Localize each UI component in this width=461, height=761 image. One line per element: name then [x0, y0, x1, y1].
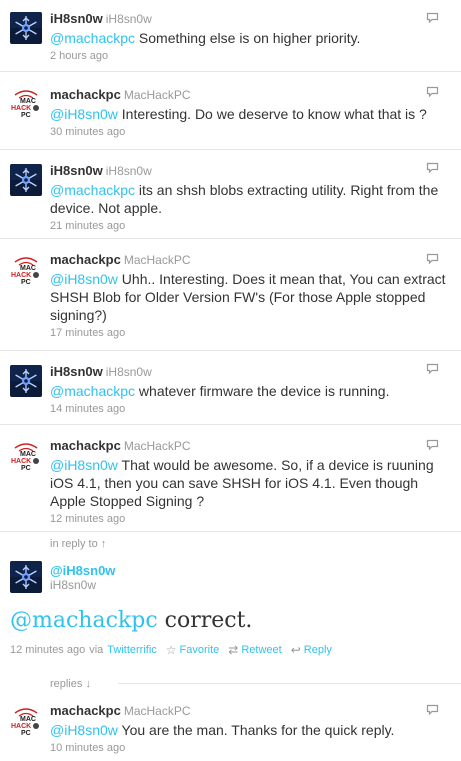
reply-icon[interactable] [426, 12, 439, 23]
screen-name[interactable]: machackpc [50, 252, 121, 267]
screen-name[interactable]: iH8sn0w [50, 364, 103, 379]
mention-link[interactable]: @machackpc [50, 383, 135, 399]
reply-icon[interactable] [426, 439, 439, 450]
timestamp[interactable]: 30 minutes ago [50, 126, 447, 139]
favorite-label: Favorite [179, 644, 220, 656]
screen-name[interactable]: machackpc [50, 87, 121, 102]
tweet-body: Interesting. Do we deserve to know what … [117, 106, 427, 122]
tweet-text: @iH8sn0w Uhh.. Interesting. Does it mean… [50, 270, 447, 324]
tweet-text: @iH8sn0w Interesting. Do we deserve to k… [50, 105, 447, 123]
retweet-label: Retweet [241, 644, 282, 656]
avatar[interactable] [10, 12, 42, 44]
screen-name[interactable]: iH8sn0w [50, 163, 103, 178]
timestamp[interactable]: 12 minutes ago [50, 513, 447, 526]
reply-arrow-icon: ↩ [290, 643, 301, 657]
timestamp[interactable]: 10 minutes ago [50, 742, 447, 755]
in-reply-to-link[interactable]: in reply to ↑ [50, 538, 106, 550]
tweet-text: @machackpc whatever firmware the device … [50, 382, 447, 400]
reply-icon[interactable] [426, 162, 439, 173]
tweet-meta: 12 minutes ago via Twitterrific ☆ Favorit… [10, 643, 332, 657]
avatar[interactable] [10, 365, 42, 397]
timestamp[interactable]: 12 minutes ago [10, 644, 85, 656]
tweet-item: iH8sn0w iH8sn0w @machackpc Something else… [0, 0, 461, 72]
tweet-text: @machackpc its an shsh blobs extracting … [50, 181, 447, 217]
full-name: iH8sn0w [50, 578, 97, 592]
reply-label: Reply [303, 644, 332, 656]
reply-icon[interactable] [426, 363, 439, 374]
mention-link[interactable]: @iH8sn0w [50, 106, 118, 122]
avatar[interactable] [10, 706, 42, 738]
full-name: MacHackPC [123, 253, 191, 267]
tweet-item: iH8sn0w iH8sn0w @machackpc its an shsh bl… [0, 150, 461, 239]
tweet-text: @machackpc correct. [10, 608, 252, 633]
tweet-item: iH8sn0w iH8sn0w @machackpc whatever firmw… [0, 351, 461, 425]
tweet-text: @iH8sn0w That would be awesome. So, if a… [50, 456, 447, 510]
full-name: iH8sn0w [105, 164, 152, 178]
tweet-body: Something else is on higher priority. [135, 30, 361, 46]
tweet-body: whatever firmware the device is running. [135, 383, 390, 399]
full-name: MacHackPC [123, 88, 191, 102]
reply-button[interactable]: ↩ Reply [291, 643, 332, 657]
reply-icon[interactable] [426, 704, 439, 715]
favorite-button[interactable]: ☆ Favorite [166, 643, 220, 657]
tweet-text: @machackpc Something else is on higher p… [50, 29, 447, 47]
focused-tweet: @iH8sn0w iH8sn0w @machackpc correct. 12 … [0, 553, 461, 665]
avatar[interactable] [10, 164, 42, 196]
full-name: MacHackPC [123, 439, 191, 453]
timestamp[interactable]: 2 hours ago [50, 50, 447, 63]
reply-icon[interactable] [426, 253, 439, 264]
screen-name[interactable]: @iH8sn0w [50, 563, 115, 578]
source-link[interactable]: Twitterrific [107, 644, 157, 656]
avatar[interactable] [10, 255, 42, 287]
full-name: MacHackPC [123, 704, 191, 718]
divider [118, 683, 461, 684]
reply-icon[interactable] [426, 86, 439, 97]
tweet-item: machackpc MacHackPC @iH8sn0w You are the … [0, 692, 461, 761]
tweet-body: correct. [157, 608, 253, 633]
avatar[interactable] [10, 441, 42, 473]
screen-name[interactable]: iH8sn0w [50, 11, 103, 26]
full-name: iH8sn0w [105, 365, 152, 379]
timestamp[interactable]: 21 minutes ago [50, 220, 447, 233]
tweet-item: machackpc MacHackPC @iH8sn0w That would b… [0, 425, 461, 532]
retweet-button[interactable]: ⇄ Retweet [228, 643, 281, 657]
tweet-text: @iH8sn0w You are the man. Thanks for the… [50, 721, 447, 739]
tweet-item: machackpc MacHackPC @iH8sn0w Uhh.. Intere… [0, 239, 461, 351]
mention-link[interactable]: @machackpc [50, 182, 135, 198]
mention-link[interactable]: @machackpc [10, 608, 158, 633]
screen-name[interactable]: machackpc [50, 703, 121, 718]
full-name: iH8sn0w [105, 12, 152, 26]
via-label: via [89, 644, 104, 656]
tweet-body: You are the man. Thanks for the quick re… [117, 722, 395, 738]
timestamp[interactable]: 17 minutes ago [50, 327, 447, 340]
screen-name[interactable]: machackpc [50, 438, 121, 453]
avatar[interactable] [10, 561, 42, 593]
star-icon: ☆ [165, 643, 177, 657]
replies-link[interactable]: replies ↓ [50, 678, 91, 690]
retweet-icon: ⇄ [228, 643, 239, 657]
mention-link[interactable]: @machackpc [50, 30, 135, 46]
mention-link[interactable]: @iH8sn0w [50, 722, 118, 738]
avatar[interactable] [10, 88, 42, 120]
timestamp[interactable]: 14 minutes ago [50, 403, 447, 416]
mention-link[interactable]: @iH8sn0w [50, 457, 118, 473]
tweet-item: machackpc MacHackPC @iH8sn0w Interesting.… [0, 72, 461, 150]
mention-link[interactable]: @iH8sn0w [50, 271, 118, 287]
